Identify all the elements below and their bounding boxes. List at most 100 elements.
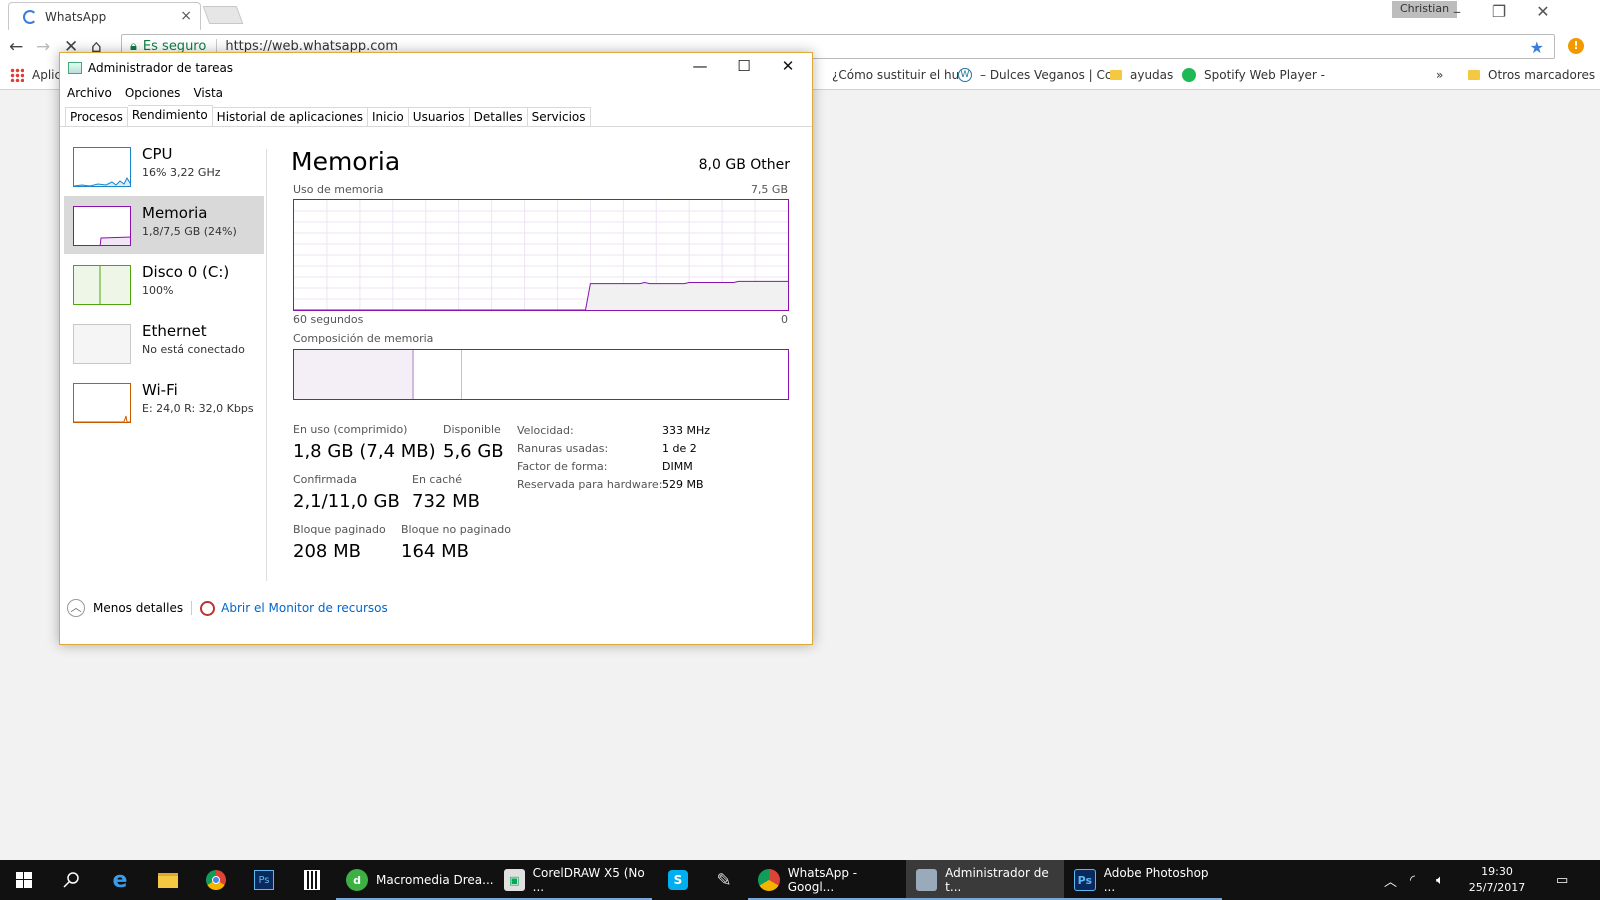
wordpress-icon: W <box>958 68 972 82</box>
memory-usage-graph <box>293 199 789 311</box>
usage-graph-svg <box>294 200 788 311</box>
notifications-icon[interactable]: ▭ <box>1556 860 1568 900</box>
tab-inicio[interactable]: Inicio <box>368 107 409 127</box>
in-use-value: 1,8 GB (7,4 MB) <box>293 441 436 462</box>
sidebar-item-name: Ethernet <box>142 322 207 340</box>
taskbar-app-dreamweaver[interactable]: d Macromedia Drea... <box>336 860 494 900</box>
clock[interactable]: 19:30 25/7/2017 <box>1462 864 1532 896</box>
tab-servicios[interactable]: Servicios <box>527 107 591 127</box>
tab-historial[interactable]: Historial de aplicaciones <box>212 107 369 127</box>
taskbar-app-coreldraw[interactable]: ▣ CorelDRAW X5 (No ... <box>494 860 652 900</box>
volume-icon[interactable]: 🔈︎ <box>1436 860 1444 900</box>
tab-whatsapp[interactable]: WhatsApp × <box>8 2 201 30</box>
bookmark-label: Aplic <box>32 68 62 82</box>
edge-icon[interactable]: e <box>96 860 144 900</box>
bookmark-folder[interactable]: ayudas <box>1110 68 1173 82</box>
chevron-up-icon[interactable]: ︿ <box>67 599 85 617</box>
title-bar: Administrador de tareas — ☐ ✕ <box>60 53 812 83</box>
forward-icon[interactable]: → <box>36 37 50 57</box>
sidebar-item-sub: 100% <box>142 284 174 297</box>
tab-strip: WhatsApp × Christian – ❐ ✕ <box>0 0 1600 30</box>
speed-value: 333 MHz <box>662 424 711 437</box>
close-icon[interactable]: ✕ <box>766 57 810 75</box>
bookmark-label: Spotify Web Player - <box>1204 68 1326 82</box>
back-icon[interactable]: ← <box>9 37 23 57</box>
less-details-link[interactable]: Menos detalles <box>93 601 183 615</box>
sidebar-item-wifi[interactable]: Wi-Fi E: 24,0 R: 32,0 Kbps <box>64 373 264 431</box>
chrome-icon[interactable] <box>192 860 240 900</box>
page-title: Memoria <box>291 147 401 176</box>
coreldraw-icon: ▣ <box>504 869 525 891</box>
tray-chevron-icon[interactable]: ︿ <box>1384 860 1397 900</box>
taskbar-app-task-manager[interactable]: Administrador de t... <box>906 860 1064 900</box>
calculator-icon[interactable] <box>288 860 336 900</box>
hardware-reserved-label: Reservada para hardware: <box>517 478 663 491</box>
resource-monitor-link[interactable]: Abrir el Monitor de recursos <box>221 601 388 615</box>
tab-detalles[interactable]: Detalles <box>469 107 528 127</box>
bookmark-item[interactable]: Spotify Web Player - <box>1182 68 1325 82</box>
tab-bar: Procesos Rendimiento Historial de aplica… <box>65 105 591 127</box>
other-bookmarks[interactable]: Otros marcadores <box>1468 68 1595 82</box>
slots-value: 1 de 2 <box>662 442 697 455</box>
loading-spinner-icon <box>23 9 37 24</box>
sidebar-item-cpu[interactable]: CPU 16% 3,22 GHz <box>64 137 264 195</box>
memory-composition-bar <box>293 349 789 400</box>
available-label: Disponible <box>443 423 501 436</box>
task-manager-icon <box>68 62 82 74</box>
start-button[interactable] <box>0 860 48 900</box>
committed-label: Confirmada <box>293 473 357 486</box>
close-window-icon[interactable]: ✕ <box>1520 2 1566 21</box>
sidebar-item-name: Disco 0 (C:) <box>142 263 230 281</box>
tab-rendimiento[interactable]: Rendimiento <box>127 105 213 127</box>
task-manager-icon <box>916 869 938 891</box>
search-icon[interactable] <box>48 860 96 900</box>
sidebar-item-ethernet[interactable]: Ethernet No está conectado <box>64 314 264 372</box>
bookmark-apps[interactable]: Aplic <box>10 68 61 82</box>
file-explorer-icon[interactable] <box>144 860 192 900</box>
photoshop-icon[interactable]: Ps <box>240 860 288 900</box>
sidebar-item-disco[interactable]: Disco 0 (C:) 100% <box>64 255 264 313</box>
skype-icon[interactable]: S <box>654 860 702 900</box>
taskbar-app-photoshop[interactable]: Ps Adobe Photoshop ... <box>1064 860 1222 900</box>
menu-archivo[interactable]: Archivo <box>67 86 112 100</box>
ethernet-thumbnail <box>73 324 131 364</box>
cached-label: En caché <box>412 473 462 486</box>
alert-icon[interactable]: ! <box>1568 38 1584 54</box>
composition-label: Composición de memoria <box>293 332 434 345</box>
wifi-icon[interactable]: ◜ <box>1410 860 1415 900</box>
minimize-icon[interactable]: — <box>678 57 722 75</box>
sidebar-item-memoria[interactable]: Memoria 1,8/7,5 GB (24%) <box>64 196 264 254</box>
tab-procesos[interactable]: Procesos <box>65 107 128 127</box>
bookmark-star-icon[interactable]: ★ <box>1530 38 1544 57</box>
menu-vista[interactable]: Vista <box>193 86 223 100</box>
maximize-icon[interactable]: ☐ <box>722 57 766 75</box>
app-icon[interactable]: ✎ <box>700 860 748 900</box>
tab-usuarios[interactable]: Usuarios <box>408 107 470 127</box>
sidebar-item-sub: 16% 3,22 GHz <box>142 166 221 179</box>
new-tab-button[interactable] <box>202 6 244 24</box>
disk-thumbnail <box>73 265 131 305</box>
taskbar-app-label: Macromedia Drea... <box>376 873 494 887</box>
restore-icon[interactable]: ❐ <box>1476 2 1522 21</box>
minimize-icon[interactable]: – <box>1434 2 1480 21</box>
menu-opciones[interactable]: Opciones <box>125 86 181 100</box>
close-tab-icon[interactable]: × <box>180 8 192 24</box>
taskbar-app-whatsapp-chrome[interactable]: WhatsApp - Googl... <box>748 860 906 900</box>
windows-icon <box>16 872 32 888</box>
folder-icon <box>1468 70 1480 80</box>
more-bookmarks-icon[interactable]: » <box>1436 68 1443 82</box>
bookmark-item[interactable]: ¿Cómo sustituir el hu <box>832 68 959 82</box>
chrome-icon <box>758 869 780 891</box>
bookmark-item[interactable]: W – Dulces Veganos | Cc <box>958 68 1112 82</box>
dreamweaver-icon: d <box>346 869 368 891</box>
sidebar-item-sub: E: 24,0 R: 32,0 Kbps <box>142 402 254 415</box>
modified-segment <box>416 350 462 399</box>
wifi-thumbnail <box>73 383 131 423</box>
window-title: Administrador de tareas <box>88 61 234 75</box>
taskbar: e Ps d Macromedia Drea... ▣ CorelDRAW X5… <box>0 860 1600 900</box>
bookmark-label: Otros marcadores <box>1488 68 1596 82</box>
bookmark-label: – Dulces Veganos | Cc <box>980 68 1112 82</box>
sidebar-item-sub: No está conectado <box>142 343 245 356</box>
taskbar-app-label: Adobe Photoshop ... <box>1103 866 1209 894</box>
chevron-icon: » <box>1436 68 1444 82</box>
